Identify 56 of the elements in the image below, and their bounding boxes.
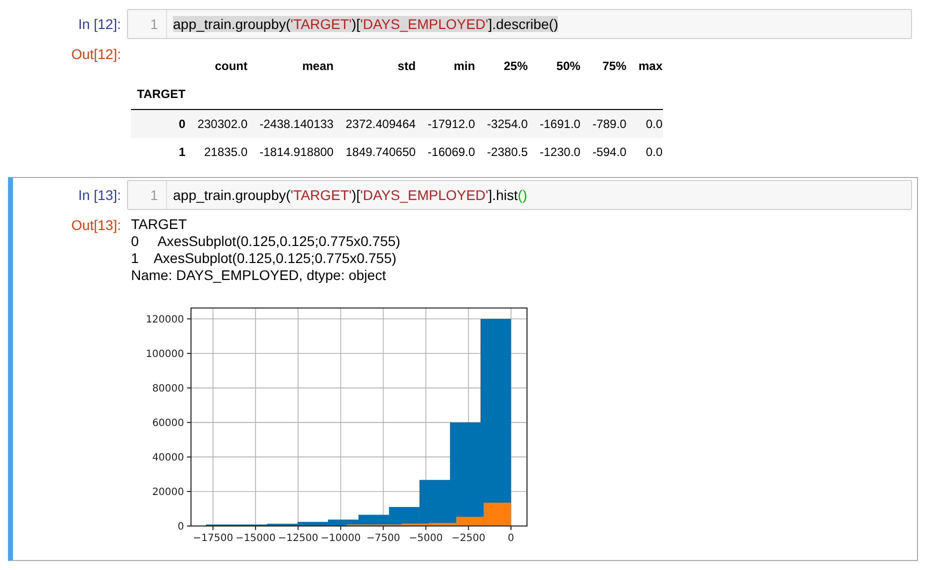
index-name: TARGET	[131, 83, 186, 110]
row-index: 0	[131, 110, 186, 138]
output-prompt: Out[13]:	[70, 216, 122, 234]
column-header: mean	[248, 55, 334, 83]
output-prompt: Out[12]:	[70, 45, 122, 63]
y-tick-label: 40000	[152, 452, 184, 464]
x-tick-label: −7500	[366, 533, 400, 544]
x-tick-label: −10000	[320, 533, 361, 544]
y-tick-label: 20000	[152, 486, 184, 498]
column-header: 25%	[502, 58, 528, 75]
y-tick-label: 100000	[146, 348, 184, 360]
table-cell: 2372.409464	[334, 110, 416, 138]
column-header: 50%	[555, 58, 580, 75]
x-tick-label: −17500	[192, 533, 234, 544]
code-line: app_train.groupby('TARGET')['DAYS_EMPLOYED'].hist()	[173, 187, 528, 203]
table-cell: -2438.140133	[248, 110, 334, 138]
y-tick-label: 120000	[146, 314, 184, 326]
table-cell: 0.0	[626, 110, 663, 138]
table-cell: -16069.0	[416, 138, 476, 166]
x-tick-label: −12500	[278, 533, 318, 544]
table-cell: 0.0	[626, 138, 663, 166]
y-tick-label: 60000	[152, 418, 184, 429]
table-cell: -17912.0	[416, 110, 476, 138]
table-cell: -1230.0	[528, 138, 580, 166]
table-cell: -789.0	[580, 110, 626, 138]
x-tick-label: 0	[508, 533, 514, 544]
table-cell: -2380.5	[475, 138, 528, 166]
line-number: 1	[128, 10, 167, 38]
output-text: 1 AxesSubplot(0.125,0.125;0.775x0.755)	[131, 250, 398, 267]
code-input[interactable]: 1 app_train.groupby('TARGET')['DAYS_EMPLOYED'].describe()	[127, 9, 912, 39]
row-index: 1	[131, 138, 186, 166]
column-header: count	[214, 58, 248, 75]
code-input[interactable]: 1 app_train.groupby('TARGET')['DAYS_EMPLOYED'].hist()	[127, 180, 912, 210]
output-text: TARGET	[131, 216, 188, 233]
x-tick-label: −2500	[452, 533, 486, 544]
input-prompt: In [12]:	[77, 15, 122, 34]
x-tick-label: −15000	[235, 533, 276, 544]
output-text: 0 AxesSubplot(0.125,0.125;0.775x0.755)	[131, 233, 402, 250]
column-header: 75%	[580, 55, 626, 83]
output-text: Name: DAYS_EMPLOYED, dtype: object	[131, 267, 387, 284]
table-cell: 230302.0	[185, 110, 248, 138]
table-cell: -594.0	[580, 138, 626, 166]
column-header: min	[452, 58, 476, 75]
notebook-cell[interactable]	[8, 177, 918, 561]
line-number: 1	[128, 181, 167, 209]
x-tick-label: −5000	[408, 533, 443, 544]
table-cell: 21835.0	[185, 138, 248, 166]
column-header: std	[396, 58, 416, 75]
y-tick-label: 80000	[152, 383, 184, 394]
column-header: max	[626, 55, 663, 83]
table-cell: -1814.918800	[248, 138, 334, 166]
input-prompt: In [13]:	[77, 186, 122, 205]
table-cell: -3254.0	[475, 110, 528, 138]
table-cell: -1691.0	[528, 110, 580, 138]
y-tick-label: 0	[178, 522, 184, 532]
table-cell: 1849.740650	[334, 138, 416, 166]
